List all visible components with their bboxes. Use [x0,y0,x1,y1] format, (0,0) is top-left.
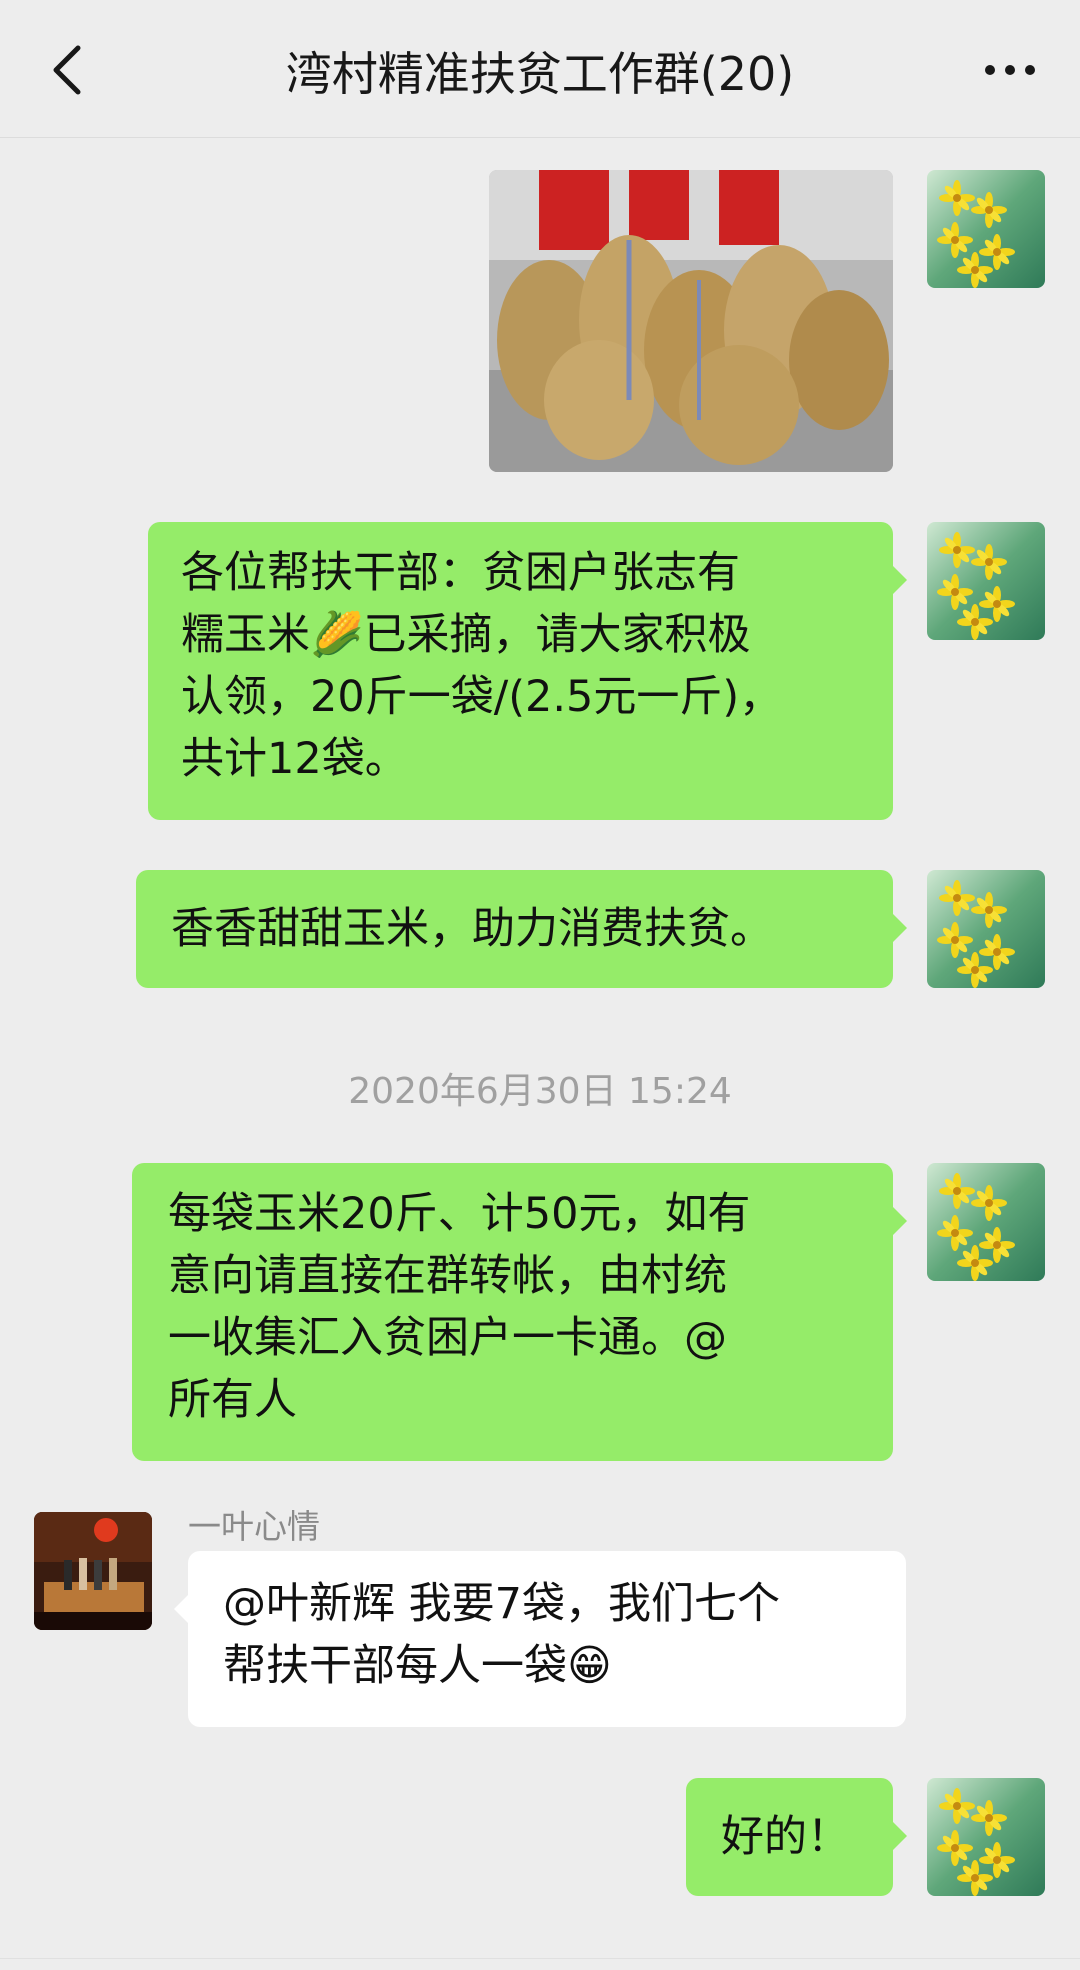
message-line: 所有人 [168,1375,297,1425]
bottom-divider [0,1958,1080,1959]
message-bubble-slogan[interactable]: 香香甜甜玉米，助力消费扶贫。 [136,870,907,988]
stage-scene-avatar-image [34,1512,152,1630]
more-dots-icon [985,65,1035,75]
message-line: 认领，20斤一袋/(2.5元一斤)， [181,672,783,722]
flower-avatar-image [927,1778,1045,1896]
message-line: 意向请直接在群转帐，由村统 [168,1251,727,1301]
my-avatar[interactable] [927,170,1045,288]
my-avatar[interactable] [927,870,1045,988]
flower-avatar-image [927,1163,1045,1281]
flower-avatar-image [927,522,1045,640]
flower-avatar-image [927,170,1045,288]
message-bubble-transfer-instructions[interactable]: 每袋玉米20斤、计50元，如有 意向请直接在群转帐，由村统 一收集汇入贫困户一卡… [132,1163,907,1461]
my-avatar[interactable] [927,1163,1045,1281]
message-line: @叶新辉 我要7袋，我们七个 [223,1579,781,1629]
message-bubble-ok[interactable]: 好的！ [686,1778,907,1896]
message-line: 帮扶干部每人一袋😁 [223,1641,612,1691]
more-button[interactable] [980,50,1040,90]
corn-bags-photo[interactable] [489,170,893,472]
message-line: 每袋玉米20斤、计50元，如有 [168,1189,751,1239]
message-line: 一收集汇入贫困户一卡通。@ [168,1313,727,1363]
timestamp-divider: 2020年6月30日 15:24 [348,1071,732,1112]
sender-name: 一叶心情 [188,1507,320,1546]
message-line: 香香甜甜玉米，助力消费扶贫。 [171,904,773,954]
message-line: 共计12袋。 [181,734,408,784]
message-line: 各位帮扶干部：贫困户张志有 [181,548,740,598]
message-bubble-reply[interactable]: @叶新辉 我要7袋，我们七个 帮扶干部每人一袋😁 [174,1551,906,1727]
message-line: 糯玉米🌽已采摘，请大家积极 [181,610,751,660]
my-avatar[interactable] [927,1778,1045,1896]
sender-avatar[interactable] [34,1512,152,1630]
top-bar: 湾村精准扶贫工作群(20) [0,0,1080,138]
corn-bags-image [489,170,893,472]
message-bubble-corn-announcement[interactable]: 各位帮扶干部：贫困户张志有 糯玉米🌽已采摘，请大家积极 认领，20斤一袋/(2.… [148,522,907,820]
chat-title: 湾村精准扶贫工作群(20) [285,47,795,101]
message-line: 好的！ [721,1812,850,1862]
my-avatar[interactable] [927,522,1045,640]
flower-avatar-image [927,870,1045,988]
